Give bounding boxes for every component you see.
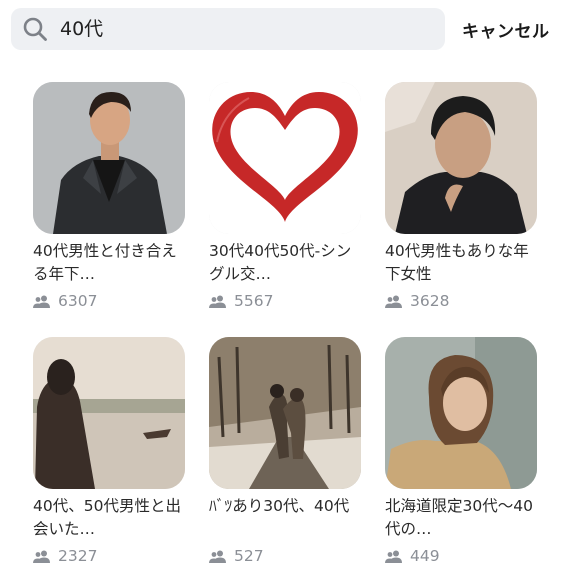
red-heart-image [209,82,361,234]
people-icon [33,295,50,308]
member-count: 5567 [209,290,361,312]
member-count-value: 527 [234,547,264,565]
result-title: ﾊﾞﾂあり30代、40代 [209,497,350,515]
search-icon [23,17,47,41]
member-count-value: 449 [410,547,440,565]
man-in-blazer-photo [33,82,185,234]
member-count: 527 [209,545,361,567]
member-count: 2327 [33,545,185,567]
result-title: 40代、50代男性と出会いた… [33,497,181,538]
cancel-button[interactable]: キャンセル [462,17,550,42]
people-icon [385,550,402,563]
couple-walking-photo [209,337,361,489]
result-title: 30代40代50代-シングル交… [209,242,352,283]
result-title: 40代男性もありな年下女性 [385,242,529,283]
member-count: 6307 [33,290,185,312]
member-count-value: 5567 [234,292,274,310]
result-card[interactable]: 北海道限定30代〜40代の… 449 [385,337,537,567]
result-card[interactable]: 40代男性もありな年下女性 3628 [385,82,537,312]
man-magazine-photo [385,82,537,234]
result-card[interactable]: ﾊﾞﾂあり30代、40代 527 [209,337,361,567]
woman-portrait-photo [385,337,537,489]
people-icon [209,295,226,308]
search-input[interactable] [60,8,430,50]
result-card[interactable]: 30代40代50代-シングル交… 5567 [209,82,361,312]
result-title: 北海道限定30代〜40代の… [385,497,533,538]
search-bar[interactable] [11,8,445,50]
woman-by-lake-photo [33,337,185,489]
member-count-value: 3628 [410,292,450,310]
member-count-value: 2327 [58,547,98,565]
people-icon [33,550,50,563]
result-card[interactable]: 40代男性と付き合える年下… 6307 [33,82,185,312]
member-count: 3628 [385,290,537,312]
result-title: 40代男性と付き合える年下… [33,242,177,283]
result-card[interactable]: 40代、50代男性と出会いた… 2327 [33,337,185,567]
people-icon [385,295,402,308]
member-count: 449 [385,545,537,567]
people-icon [209,550,226,563]
member-count-value: 6307 [58,292,98,310]
